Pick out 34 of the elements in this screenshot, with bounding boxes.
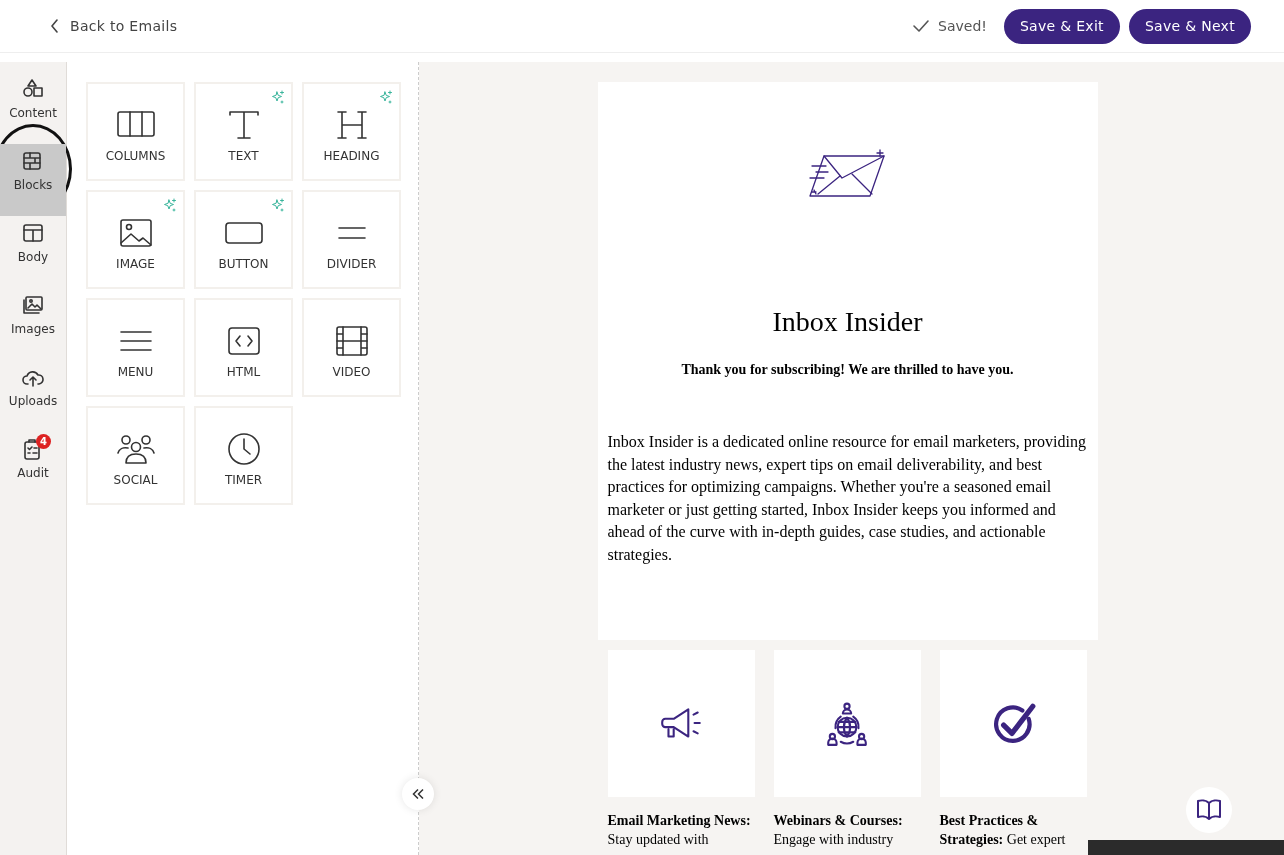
- content-block[interactable]: IMAGE: [86, 190, 185, 289]
- sidebar-tab[interactable]: Images: [0, 288, 66, 360]
- content-block[interactable]: COLUMNS: [86, 82, 185, 181]
- content-block[interactable]: HTML: [194, 298, 293, 397]
- content-block[interactable]: SOCIAL: [86, 406, 185, 505]
- book-icon: [1196, 798, 1222, 822]
- content-block[interactable]: TEXT: [194, 82, 293, 181]
- saved-status: Saved!: [912, 18, 987, 34]
- feature-text: Email Marketing News: Stay updated with: [607, 812, 752, 849]
- feature-text: Best Practices & Strategies: Get expert: [939, 812, 1067, 849]
- check-icon: [912, 19, 930, 33]
- collapse-button[interactable]: [402, 778, 434, 810]
- content-block[interactable]: VIDEO: [302, 298, 401, 397]
- double-chevron-icon: [412, 789, 424, 799]
- help-button[interactable]: [1186, 787, 1232, 833]
- count-badge: 4: [36, 434, 51, 449]
- chevron-left-icon: [50, 19, 60, 33]
- content-block[interactable]: BUTTON: [194, 190, 293, 289]
- content-block[interactable]: TIMER: [194, 406, 293, 505]
- save-button[interactable]: Save & Exit: [1003, 8, 1120, 44]
- save-button[interactable]: Save & Next: [1128, 8, 1251, 44]
- email-paragraph: Inbox Insider is a dedicated online resource for email marketers, providing the latest industry news, expert tips on email deliverability, and best practices for optimizing campaigns. Whether you're a seasoned email marketer or just getting started, Inbox Insider keeps you informed and ahead of the curve with in-depth guides, case studies, and actionable strategies.: [607, 432, 1087, 566]
- email-subtitle: Thank you for subscribing! We are thrilled to have you.: [681, 362, 1014, 378]
- sidebar-tab[interactable]: Audit 4: [0, 432, 66, 504]
- sidebar-tab[interactable]: Body: [0, 216, 66, 288]
- feature-text: Webinars & Courses: Engage with industry: [773, 812, 904, 849]
- sidebar-tab[interactable]: Blocks: [0, 144, 66, 216]
- sidebar-tab[interactable]: Content: [0, 72, 66, 144]
- content-block[interactable]: DIVIDER: [302, 190, 401, 289]
- content-block[interactable]: MENU: [86, 298, 185, 397]
- content-block[interactable]: HEADING: [302, 82, 401, 181]
- back-link[interactable]: Back to Emails: [50, 18, 178, 34]
- sidebar-tab[interactable]: Uploads: [0, 360, 66, 432]
- email-title: Inbox Insider: [772, 306, 923, 338]
